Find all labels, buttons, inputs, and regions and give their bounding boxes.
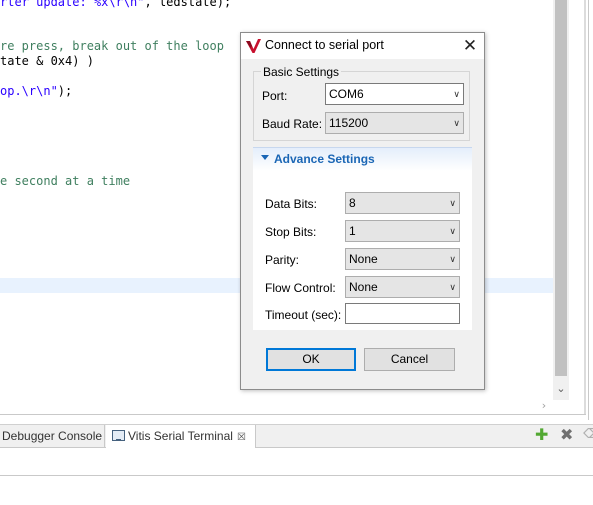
timeout-input[interactable] bbox=[345, 303, 460, 324]
flow-control-select[interactable]: None ∨ bbox=[345, 276, 460, 298]
basic-settings-title: Basic Settings bbox=[261, 65, 342, 79]
connect-serial-dialog: Connect to serial port ✕ Basic Settings … bbox=[240, 32, 485, 390]
terminal-icon bbox=[112, 430, 125, 441]
x-icon[interactable]: ✖ bbox=[560, 426, 573, 444]
timeout-label: Timeout (sec): bbox=[265, 308, 342, 322]
chevron-down-icon: ∨ bbox=[449, 226, 456, 236]
data-bits-value: 8 bbox=[349, 196, 356, 210]
advance-settings-title: Advance Settings bbox=[274, 152, 375, 166]
triangle-down-icon bbox=[261, 155, 269, 160]
baud-rate-label: Baud Rate: bbox=[262, 117, 323, 131]
code-line: e second at a time bbox=[0, 174, 131, 188]
divider bbox=[0, 475, 593, 476]
chevron-down-icon: ∨ bbox=[449, 254, 456, 264]
data-bits-label: Data Bits: bbox=[265, 197, 318, 211]
code-line: tate & 0x4) ) bbox=[0, 54, 94, 68]
baud-rate-select[interactable]: 115200 ∨ bbox=[325, 112, 464, 134]
parity-value: None bbox=[349, 252, 378, 266]
dialog-title: Connect to serial port bbox=[265, 38, 384, 52]
vitis-logo-icon bbox=[246, 39, 261, 53]
cancel-button[interactable]: Cancel bbox=[364, 348, 455, 371]
ok-button[interactable]: OK bbox=[266, 348, 356, 371]
scrollbar-thumb[interactable] bbox=[555, 0, 567, 376]
console-tabbar: Debugger Console Vitis Serial Terminal ☒ bbox=[0, 424, 593, 448]
chevron-down-icon: ∨ bbox=[449, 198, 456, 208]
editor-border bbox=[584, 0, 586, 415]
port-label: Port: bbox=[262, 89, 288, 103]
plus-icon[interactable]: ✚ bbox=[535, 426, 548, 444]
data-bits-select[interactable]: 8 ∨ bbox=[345, 192, 460, 214]
chevron-down-icon: ∨ bbox=[453, 89, 460, 99]
tab-debugger-console[interactable]: Debugger Console bbox=[0, 425, 105, 448]
close-icon[interactable]: ☒ bbox=[237, 427, 246, 449]
flow-control-value: None bbox=[349, 280, 378, 294]
dialog-titlebar[interactable]: Connect to serial port ✕ bbox=[241, 33, 484, 59]
port-select[interactable]: COM6 ∨ bbox=[325, 83, 464, 105]
stop-bits-value: 1 bbox=[349, 224, 356, 238]
tab-label: Vitis Serial Terminal bbox=[128, 429, 233, 443]
chevron-down-icon: ∨ bbox=[453, 118, 460, 128]
tab-vitis-serial-terminal[interactable]: Vitis Serial Terminal ☒ bbox=[106, 425, 256, 448]
stop-bits-label: Stop Bits: bbox=[265, 225, 317, 239]
port-value: COM6 bbox=[329, 87, 364, 101]
close-icon[interactable]: ✕ bbox=[459, 35, 481, 57]
clear-icon[interactable]: ⌫ bbox=[583, 426, 593, 444]
parity-label: Parity: bbox=[265, 253, 300, 267]
side-panel-edge bbox=[588, 0, 593, 420]
parity-select[interactable]: None ∨ bbox=[345, 248, 460, 270]
advance-settings-header[interactable]: Advance Settings bbox=[253, 147, 472, 171]
chevron-down-icon: ∨ bbox=[449, 282, 456, 292]
flow-control-label: Flow Control: bbox=[265, 281, 336, 295]
scroll-down-icon[interactable]: ⌄ bbox=[553, 380, 569, 398]
divider bbox=[0, 414, 586, 415]
scroll-right-icon[interactable]: › bbox=[536, 398, 552, 414]
code-line: op.\r\n"); bbox=[0, 84, 73, 98]
tab-label: Debugger Console bbox=[2, 429, 103, 443]
code-line: rter update: %x\r\n", ledstate); bbox=[0, 0, 232, 9]
baud-rate-value: 115200 bbox=[329, 116, 369, 130]
code-line: re press, break out of the loop bbox=[0, 39, 224, 53]
stop-bits-select[interactable]: 1 ∨ bbox=[345, 220, 460, 242]
